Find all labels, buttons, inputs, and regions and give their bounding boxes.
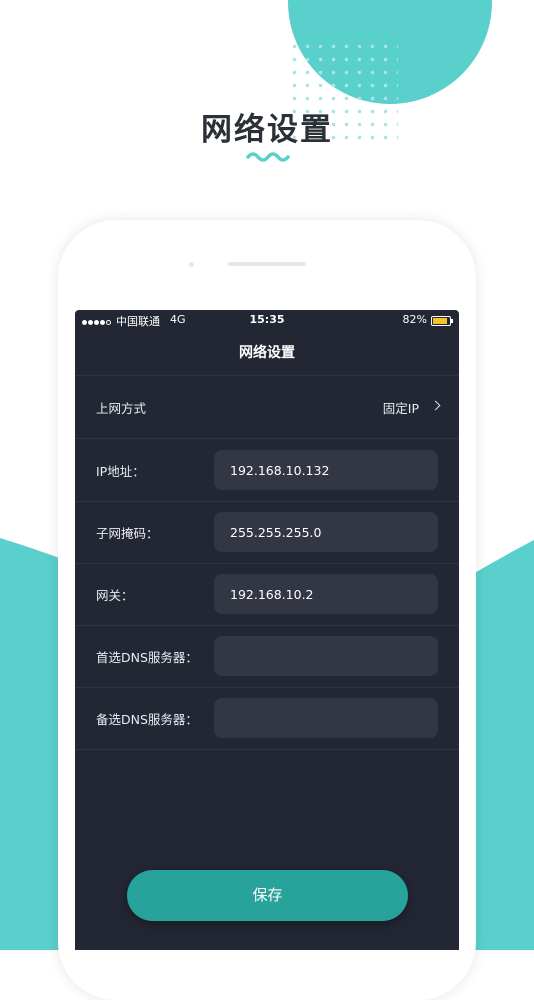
page-title: 网络设置	[201, 112, 333, 148]
phone-screen: 中国联通 4G 15:35 82% 网络设置 上网方式 固定IP IP地址： 子…	[75, 310, 459, 950]
dns-secondary-row: 备选DNS服务器：	[75, 687, 459, 750]
subnet-row: 子网掩码：	[75, 501, 459, 564]
gateway-input[interactable]	[214, 574, 438, 614]
subnet-label: 子网掩码：	[96, 526, 159, 541]
subnet-input[interactable]	[214, 512, 438, 552]
ip-label: IP地址：	[96, 464, 145, 479]
connection-type-row[interactable]: 上网方式 固定IP	[75, 376, 459, 439]
connection-type-label: 上网方式	[96, 401, 147, 416]
dns-secondary-label: 备选DNS服务器：	[96, 712, 198, 727]
squiggle-icon	[246, 152, 290, 162]
ip-row: IP地址：	[75, 439, 459, 502]
battery-percent: 82%	[402, 313, 427, 326]
dns-primary-label: 首选DNS服务器：	[96, 650, 198, 665]
connection-type-value: 固定IP	[382, 401, 419, 416]
dns-primary-row: 首选DNS服务器：	[75, 625, 459, 688]
dns-secondary-input[interactable]	[214, 698, 438, 738]
status-bar: 中国联通 4G 15:35 82%	[75, 310, 459, 332]
phone-speaker	[228, 262, 306, 266]
gateway-row: 网关：	[75, 563, 459, 626]
ip-input[interactable]	[214, 450, 438, 490]
dns-primary-input[interactable]	[214, 636, 438, 676]
battery-icon	[431, 316, 453, 326]
gateway-label: 网关：	[96, 588, 134, 603]
status-time: 15:35	[249, 313, 285, 326]
phone-camera	[189, 262, 194, 267]
save-button[interactable]: 保存	[127, 870, 408, 921]
chevron-right-icon	[430, 400, 441, 411]
nav-title: 网络设置	[239, 345, 295, 361]
